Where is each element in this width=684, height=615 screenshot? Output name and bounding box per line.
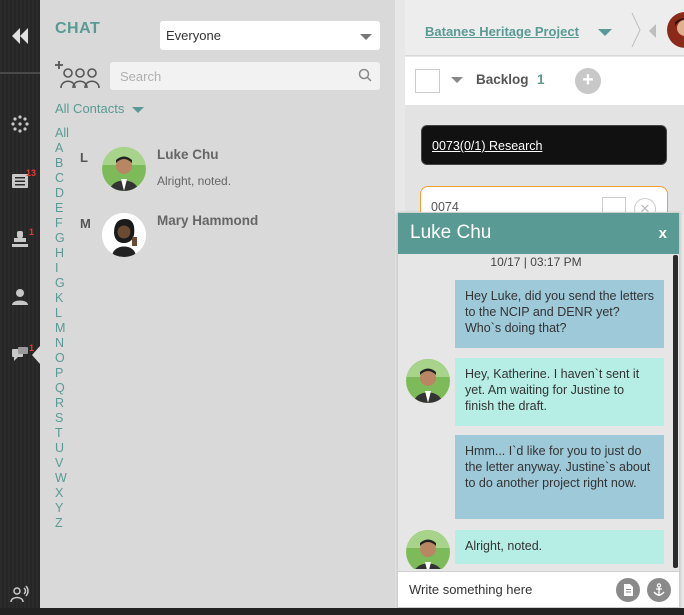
backlog-label: Backlog — [476, 72, 529, 87]
nav-broadcast[interactable] — [10, 584, 30, 604]
backlog-count: 1 — [537, 72, 545, 87]
chevron-down-icon[interactable] — [598, 29, 612, 36]
contacts-filter-label: All Contacts — [55, 101, 125, 116]
avatar[interactable] — [667, 12, 684, 48]
arrow-left-icon[interactable] — [649, 24, 656, 38]
alphabet-index-letter[interactable]: M — [55, 321, 75, 336]
nav-people[interactable] — [10, 287, 30, 307]
chat-close-button[interactable]: x — [659, 225, 667, 242]
contact-group-letter: L — [80, 150, 88, 165]
message-bubble-outgoing: Hmm... I`d like for you to just do the l… — [455, 435, 664, 519]
tasks-badge: 13 — [26, 168, 37, 178]
alphabet-index-letter[interactable]: X — [55, 486, 75, 501]
collapse-button[interactable] — [0, 0, 40, 74]
nav-approvals[interactable] — [10, 229, 30, 249]
audience-select[interactable]: Everyone — [160, 21, 380, 50]
contact-name: Mary Hammond — [157, 213, 259, 228]
alphabet-index-letter[interactable]: D — [55, 186, 75, 201]
active-indicator — [32, 346, 40, 364]
alphabet-index: All A B C D E F G H I G K L M N O P Q R S T U V W X Y Z — [55, 126, 75, 531]
add-group-icon[interactable] — [54, 60, 102, 90]
alphabet-index-letter[interactable]: Q — [55, 381, 75, 396]
alphabet-index-letter[interactable]: U — [55, 441, 75, 456]
alphabet-index-letter[interactable]: C — [55, 171, 75, 186]
alphabet-index-letter[interactable]: Z — [55, 516, 75, 531]
alphabet-index-letter[interactable]: T — [55, 426, 75, 441]
add-task-button[interactable]: + — [575, 68, 601, 94]
chat-window: Luke Chu x 10/17 | 03:17 PM Hey Luke, di… — [397, 212, 680, 608]
stamp-icon — [12, 231, 28, 247]
attach-file-button[interactable] — [616, 578, 640, 602]
alphabet-index-letter[interactable]: B — [55, 156, 75, 171]
double-chevron-left-icon — [12, 28, 28, 44]
task-board: 0073(0/1) Research 0074 ✕ — [405, 105, 684, 226]
anchor-icon — [653, 583, 665, 596]
alphabet-index-letter[interactable]: G — [55, 276, 75, 291]
chat-bubbles-icon — [12, 347, 28, 361]
message-input[interactable] — [398, 572, 610, 607]
chat-panel-title: CHAT — [55, 20, 101, 37]
chat-timestamp: 10/17 | 03:17 PM — [490, 255, 582, 269]
chevron-right-icon — [631, 12, 641, 48]
alphabet-index-letter[interactable]: K — [55, 291, 75, 306]
chat-panel: CHAT Everyone All Contacts AllABCDEFGHIG… — [40, 0, 395, 615]
contact-preview: Alright, noted. — [157, 174, 232, 188]
document-icon — [624, 584, 633, 596]
left-rail: 13 1 1 — [0, 0, 40, 615]
alphabet-index-letter[interactable]: R — [55, 396, 75, 411]
chat-messages[interactable]: 10/17 | 03:17 PM Hey Luke, did you send … — [398, 254, 679, 569]
contact-item[interactable]: L Luke Chu Alright, noted. — [80, 147, 380, 197]
chat-contact-name: Luke Chu — [410, 222, 492, 243]
nav-chat[interactable] — [10, 344, 30, 364]
person-icon — [12, 289, 28, 305]
project-header: Batanes Heritage Project — [405, 0, 684, 56]
message-bubble-incoming: Hey, Katherine. I haven`t sent it yet. A… — [455, 358, 664, 426]
alphabet-index-letter[interactable]: N — [55, 336, 75, 351]
search-input[interactable] — [110, 62, 380, 90]
alphabet-index-letter[interactable]: S — [55, 411, 75, 426]
contacts-filter[interactable]: All Contacts — [55, 101, 145, 116]
chat-window-header: Luke Chu x — [398, 213, 679, 254]
dots-circle-icon — [11, 115, 29, 133]
contact-group-letter: M — [80, 216, 91, 231]
bottom-bar — [0, 608, 684, 615]
avatar — [102, 147, 146, 191]
chevron-down-icon[interactable] — [451, 77, 463, 83]
audience-select-value: Everyone — [166, 28, 221, 43]
approvals-badge: 1 — [29, 227, 35, 237]
backlog-select-checkbox[interactable] — [415, 69, 440, 93]
avatar — [406, 359, 450, 403]
contact-item[interactable]: M Mary Hammond — [80, 213, 380, 263]
backlog-bar: Backlog 1 + — [405, 57, 684, 105]
message-bubble-outgoing: Hey Luke, did you send the letters to th… — [455, 280, 664, 348]
task-card-label[interactable]: 0073(0/1) Research — [432, 139, 542, 153]
alphabet-index-letter[interactable]: O — [55, 351, 75, 366]
alphabet-index-letter[interactable]: Y — [55, 501, 75, 516]
alphabet-index-letter[interactable]: I — [55, 261, 75, 276]
alphabet-index-letter[interactable]: V — [55, 456, 75, 471]
task-card[interactable]: 0073(0/1) Research — [421, 125, 667, 165]
avatar — [406, 530, 450, 569]
person-voice-icon — [10, 585, 29, 603]
alphabet-index-letter[interactable]: G — [55, 231, 75, 246]
chevron-down-icon — [360, 34, 372, 40]
chevron-down-icon — [132, 106, 145, 113]
chat-scrollbar[interactable] — [673, 255, 678, 568]
alphabet-index-letter[interactable]: P — [55, 366, 75, 381]
alphabet-index-letter[interactable]: E — [55, 201, 75, 216]
alphabet-index-letter[interactable]: A — [55, 141, 75, 156]
project-title[interactable]: Batanes Heritage Project — [425, 24, 579, 39]
alphabet-index-letter[interactable]: L — [55, 306, 75, 321]
nav-dashboard[interactable] — [10, 114, 30, 134]
search-icon[interactable] — [358, 68, 372, 82]
alphabet-index-letter[interactable]: All — [55, 126, 75, 141]
contact-name: Luke Chu — [157, 147, 219, 162]
alphabet-index-letter[interactable]: F — [55, 216, 75, 231]
message-bubble-incoming: Alright, noted. — [455, 530, 664, 564]
chat-compose — [398, 571, 679, 607]
alphabet-index-letter[interactable]: H — [55, 246, 75, 261]
anchor-button[interactable] — [647, 578, 671, 602]
alphabet-index-letter[interactable]: W — [55, 471, 75, 486]
avatar — [102, 213, 146, 257]
